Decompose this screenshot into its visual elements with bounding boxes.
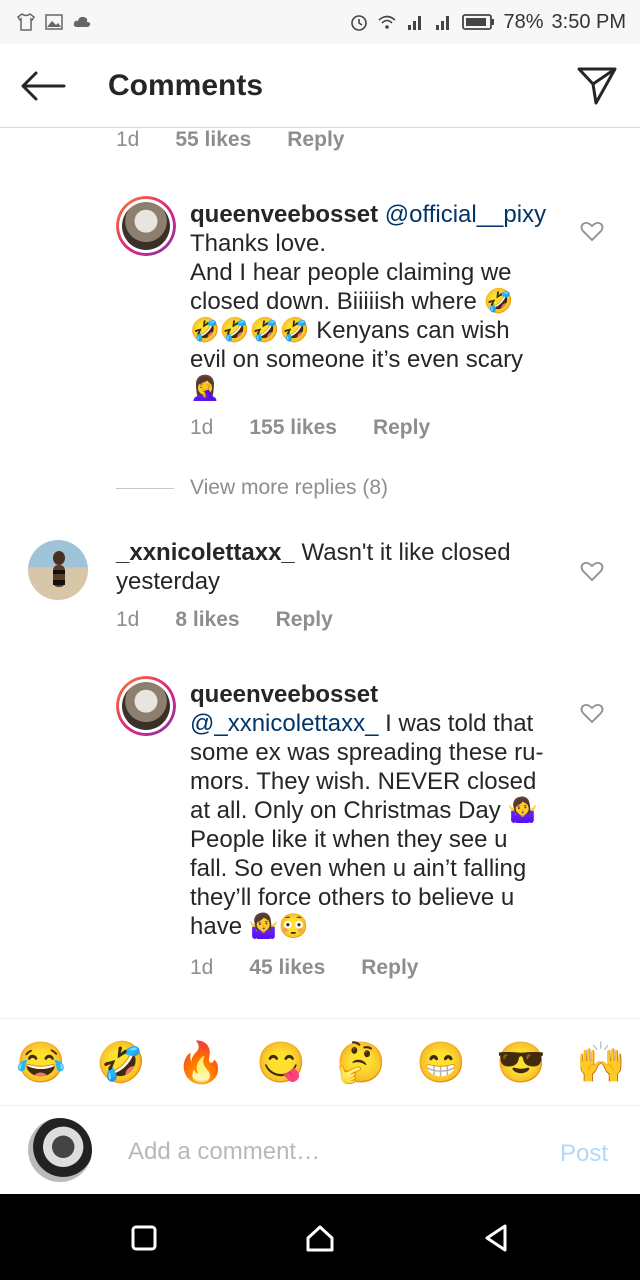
signal-icon-2 [436,16,450,30]
comment-line: And I hear people claiming we [190,259,512,286]
comments-header: Comments [0,44,640,128]
comment-username[interactable]: _xxnicolettaxx_ [116,539,295,566]
comment-line: at all. Only on Christmas Day 🤷‍♀️ [190,797,538,824]
cloud-icon [73,16,91,27]
comment-line: yesterday [116,568,221,595]
comment-line: mors. They wish. NEVER closed [190,768,537,795]
mention-link[interactable]: @_xxnicolettaxx_ [190,710,378,737]
comment-username[interactable]: queenveebosset [190,201,378,228]
shirt-icon [16,13,36,31]
reply-button[interactable]: Reply [373,416,430,440]
comment-line: 🤣🤣🤣🤣 Kenyans can wish [190,317,510,344]
like-heart-icon[interactable] [580,560,604,582]
like-heart-icon[interactable] [580,702,604,724]
likes-count[interactable]: 8 likes [175,608,239,632]
comment-age: 1d [190,416,214,439]
comment-meta-top: 1d 55 likes Reply [116,128,380,152]
comment-line: closed down. Biiiiish where 🤣 [190,288,514,315]
emoji-raised-hands[interactable]: 🙌 [576,1039,626,1087]
emoji-quick-bar: 😂 🤣 🔥 😋 🤔 😁 😎 🙌 [0,1018,640,1106]
avatar-xxnicolettaxx[interactable] [28,540,88,600]
avatar-photo [53,551,65,587]
emoji-thinking[interactable]: 🤔 [336,1039,386,1087]
reply-button[interactable]: Reply [361,956,418,980]
reply-button[interactable]: Reply [276,608,333,632]
my-avatar [28,1118,92,1182]
send-direct-icon[interactable] [576,64,618,106]
comment-input[interactable] [128,1136,538,1168]
emoji-grin[interactable]: 😁 [416,1039,466,1087]
comment-meta-reply2: 1d 45 likes Reply [190,956,454,980]
comment-line: Thanks love. [190,230,327,257]
likes-count[interactable]: 55 likes [175,128,251,152]
comment-line: fall. So even when u ain’t falling [190,855,527,882]
likes-count[interactable]: 45 likes [249,956,325,980]
comment-age: 1d [116,128,140,151]
comment-line: some ex was spreading these ru- [190,739,544,766]
comment-username[interactable]: queenveebosset [190,681,378,708]
reply-button[interactable]: Reply [287,128,344,152]
comment-line: I was told that [385,710,534,737]
emoji-yum[interactable]: 😋 [256,1039,306,1087]
wifi-icon [378,15,397,29]
emoji-fire[interactable]: 🔥 [176,1039,226,1087]
comment-line: People like it when they see u [190,826,508,853]
system-nav-bar [0,1194,640,1280]
signal-icon [408,16,422,30]
back-arrow-icon[interactable] [20,70,66,102]
reply-comment-1: queenveebosset @official__pixy Thanks lo… [190,200,570,403]
like-heart-icon[interactable] [580,220,604,242]
divider-line [116,487,174,489]
mention-link[interactable]: @official__pixy [385,201,546,228]
emoji-tears-of-joy[interactable]: 😂 [16,1039,66,1087]
avatar-queenveebosset[interactable] [116,196,176,256]
emoji-sunglasses[interactable]: 😎 [496,1039,546,1087]
likes-count[interactable]: 155 likes [249,416,337,440]
battery-percent: 78% [503,10,544,33]
comment-line: 🤦‍♀️ [190,375,220,402]
image-icon [45,14,63,30]
status-bar: 78% 3:50 PM [0,0,640,44]
back-nav-icon[interactable] [478,1220,514,1256]
reply-comment-2: queenveebosset @_xxnicolettaxx_ I was to… [190,680,570,941]
battery-icon [462,14,495,30]
emoji-rolling-laughing[interactable]: 🤣 [96,1039,146,1087]
view-more-replies[interactable]: View more replies (8) [116,476,388,500]
comment-line: they’ll force others to believe u [190,884,515,911]
comment-2: _xxnicolettaxx_ Wasn't it like closed ye… [116,538,546,596]
comment-line: have 🤷‍♀️😳 [190,913,309,940]
comment-age: 1d [116,608,140,631]
home-icon[interactable] [302,1220,338,1256]
post-button[interactable]: Post [560,1140,608,1168]
clock-time: 3:50 PM [551,10,626,33]
comment-line: Wasn't it like closed [301,539,511,566]
comment-age: 1d [190,956,214,979]
recent-apps-icon[interactable] [126,1220,162,1256]
comment-line: evil on someone it’s even scary [190,346,524,373]
comment-meta-reply1: 1d 155 likes Reply [190,416,466,440]
avatar-queenveebosset[interactable] [116,676,176,736]
page-title: Comments [108,69,264,102]
view-more-label: View more replies (8) [190,476,389,499]
comment-meta-comment2: 1d 8 likes Reply [116,608,369,632]
comment-composer: Post [0,1106,640,1194]
alarm-icon [351,15,368,31]
